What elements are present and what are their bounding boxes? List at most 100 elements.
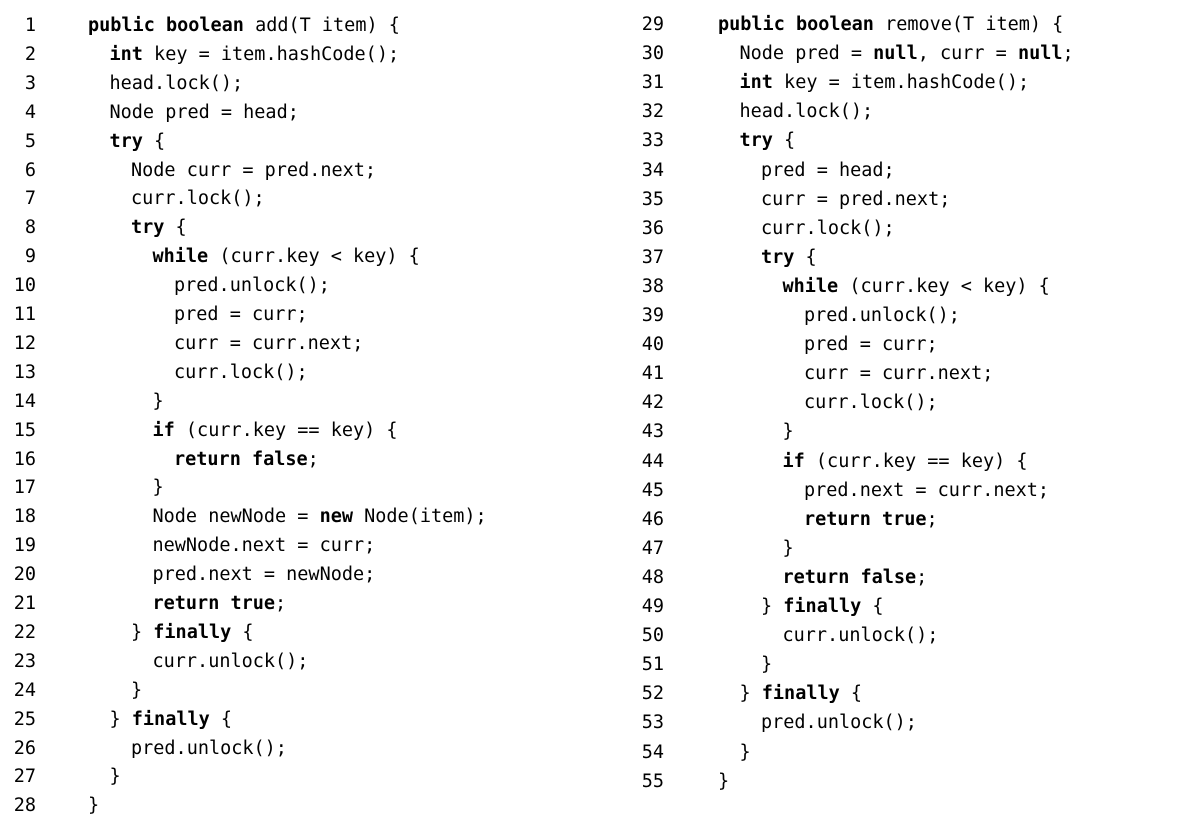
line-number: 12 [13, 332, 36, 354]
line-code: curr = curr.next; [174, 329, 363, 358]
code-token: } [782, 421, 794, 443]
line-code: public boolean remove(T item) { [718, 10, 1063, 39]
line-code: } [110, 762, 121, 791]
code-token: { [794, 246, 817, 268]
code-token: Node pred = head; [109, 101, 299, 123]
line-number: 16 [13, 448, 36, 470]
line-number: 31 [641, 72, 664, 94]
code-token: { [209, 708, 233, 730]
code-token: { [164, 217, 187, 239]
line-number: 27 [13, 766, 36, 788]
line-code: } [153, 473, 164, 502]
code-token: , curr = [917, 43, 1018, 65]
line-number: 44 [641, 450, 664, 472]
code-token: { [772, 130, 796, 152]
line-number: 13 [13, 361, 36, 383]
code-token: curr.lock(); [761, 217, 895, 239]
line-code: curr.lock(); [174, 358, 308, 387]
line-number: 50 [641, 625, 664, 647]
code-token: } [109, 766, 121, 788]
keyword-token: public boolean [88, 15, 244, 36]
code-token: pred = head; [761, 159, 895, 181]
line-code: } [761, 650, 772, 679]
line-code: curr = curr.next; [804, 359, 993, 388]
line-code: } [718, 767, 729, 796]
keyword-token: finally [783, 596, 862, 617]
line-code: } finally { [131, 618, 254, 647]
keyword-token: try [739, 130, 773, 152]
code-token: pred = curr; [804, 334, 938, 356]
keyword-token: public boolean [718, 14, 874, 35]
line-code: curr.unlock(); [153, 647, 309, 676]
line-number: 5 [24, 130, 36, 152]
line-number: 17 [13, 477, 36, 499]
code-token: key = item.hashCode(); [142, 43, 400, 65]
code-token: curr.lock(); [131, 188, 265, 210]
line-code: Node curr = pred.next; [131, 156, 376, 185]
line-code: head.lock(); [110, 69, 244, 98]
line-number: 47 [641, 537, 664, 559]
line-number: 24 [13, 679, 36, 701]
code-token: (curr.key < key) { [838, 275, 1050, 297]
code-token: (curr.key == key) { [804, 450, 1028, 472]
line-code: Node pred = head; [110, 98, 299, 127]
line-code: } [153, 387, 164, 416]
line-code: } finally { [110, 705, 233, 734]
code-token: curr = curr.next; [804, 363, 994, 385]
code-token: Node newNode = [152, 506, 320, 528]
line-number: 54 [641, 741, 664, 763]
line-number: 48 [641, 566, 664, 588]
line-code: if (curr.key == key) { [783, 447, 1028, 476]
line-number: 14 [13, 390, 36, 412]
line-number: 45 [641, 479, 664, 501]
line-code: pred.next = curr.next; [804, 476, 1049, 505]
line-number: 7 [24, 188, 36, 210]
line-number: 20 [13, 564, 36, 586]
line-code: return false; [174, 445, 319, 474]
code-token: curr.unlock(); [152, 650, 309, 672]
line-code: } [783, 417, 794, 446]
keyword-token: finally [131, 708, 210, 730]
line-code: } finally { [740, 679, 863, 708]
line-number: 43 [641, 421, 664, 443]
line-number: 11 [13, 304, 36, 325]
code-token: { [231, 621, 254, 643]
line-number: 30 [641, 43, 664, 65]
code-token: Node pred = [739, 43, 874, 65]
keyword-token: null [873, 43, 918, 65]
line-code: while (curr.key < key) { [783, 272, 1050, 301]
line-number: 42 [641, 392, 664, 414]
code-token: } [761, 596, 784, 617]
code-token: Node(item); [353, 506, 487, 528]
line-code: if (curr.key == key) { [153, 416, 398, 445]
code-token: { [839, 683, 863, 705]
code-token: ; [1062, 43, 1074, 65]
code-token: pred = curr; [174, 304, 308, 325]
keyword-token: return true [804, 508, 927, 530]
line-number: 3 [24, 72, 36, 94]
keyword-token: finally [761, 683, 840, 705]
line-number: 8 [24, 217, 36, 239]
line-number: 22 [13, 621, 36, 643]
code-token: pred.next = curr.next; [804, 479, 1050, 501]
line-number: 36 [641, 217, 664, 239]
line-code: pred = head; [761, 156, 895, 185]
line-code: try { [110, 127, 166, 156]
code-token: ; [916, 566, 928, 588]
code-token: curr.lock(); [804, 392, 938, 414]
keyword-token: try [131, 217, 165, 239]
code-token: head.lock(); [109, 72, 244, 94]
line-code: return true; [153, 589, 287, 618]
line-code: } [131, 676, 142, 705]
line-code: return true; [804, 505, 938, 534]
line-number: 41 [641, 363, 664, 385]
line-code: Node newNode = new Node(item); [153, 502, 487, 531]
line-code: pred.next = newNode; [153, 560, 376, 589]
line-number: 21 [13, 593, 36, 614]
keyword-token: int [109, 43, 143, 65]
keyword-token: return false [782, 566, 917, 588]
line-code: try { [740, 126, 796, 155]
line-number: 2 [24, 43, 36, 65]
keyword-token: if [782, 450, 805, 472]
line-number: 52 [641, 683, 664, 705]
